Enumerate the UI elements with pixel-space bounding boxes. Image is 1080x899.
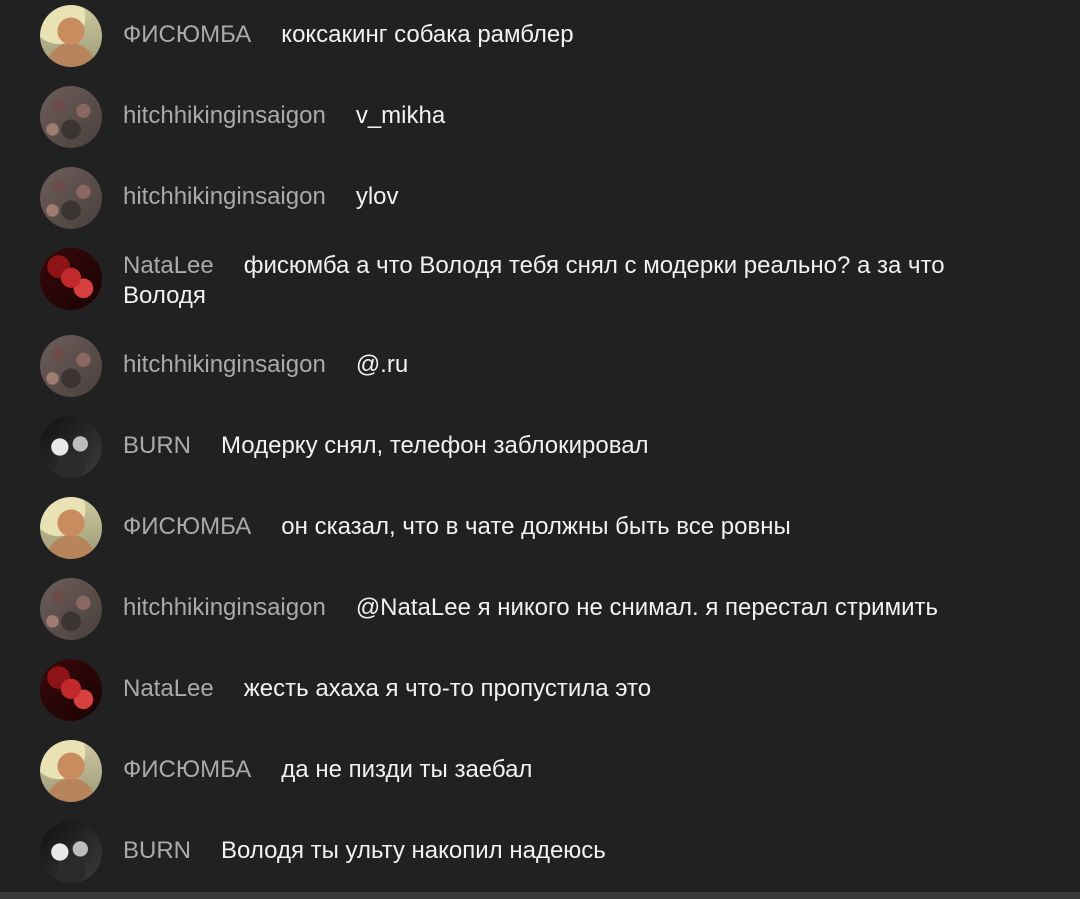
author-avatar[interactable] [40, 86, 102, 148]
author-avatar[interactable] [40, 497, 102, 559]
chat-message-text: hitchhikinginsaigon v_mikha [123, 101, 1013, 131]
message-content: ylov [355, 183, 399, 210]
author-avatar[interactable] [40, 335, 102, 397]
chat-message: hitchhikinginsaigon v_mikha [0, 81, 1080, 162]
message-content: v_mikha [355, 102, 446, 129]
author-name[interactable]: hitchhikinginsaigon [123, 102, 326, 129]
message-content: да не пизди ты заебал [281, 756, 533, 783]
live-chat-message-list[interactable]: ФИСЮМБА коксакинг собака рамблер hitchhik… [0, 0, 1080, 892]
author-avatar[interactable] [40, 5, 102, 67]
chat-message-text: ФИСЮМБА да не пизди ты заебал [123, 755, 1013, 785]
message-content: @NataLee я никого не снимал. я перестал … [355, 594, 938, 621]
chat-message: ФИСЮМБА коксакинг собака рамблер [0, 0, 1080, 81]
chat-message: BURN Володя ты ульту накопил надеюсь [0, 816, 1080, 897]
author-name[interactable]: BURN [123, 432, 191, 459]
chat-message: BURN Модерку снял, телефон заблокировал [0, 411, 1080, 492]
chat-message-text: BURN Володя ты ульту накопил надеюсь [123, 836, 1013, 866]
bottom-divider [0, 892, 1080, 899]
author-avatar[interactable] [40, 821, 102, 883]
author-name[interactable]: hitchhikinginsaigon [123, 351, 326, 378]
message-content: жесть ахаха я что-то пропустила это [243, 675, 652, 702]
chat-message: hitchhikinginsaigon ylov [0, 162, 1080, 243]
author-avatar[interactable] [40, 248, 102, 310]
chat-message-text: ФИСЮМБА коксакинг собака рамблер [123, 20, 1013, 50]
message-content: Модерку снял, телефон заблокировал [221, 432, 649, 459]
chat-message: ФИСЮМБА он сказал, что в чате должны быть… [0, 492, 1080, 573]
author-name[interactable]: ФИСЮМБА [123, 21, 251, 48]
message-content: он сказал, что в чате должны быть все ро… [281, 513, 791, 540]
author-name[interactable]: ФИСЮМБА [123, 756, 251, 783]
author-avatar[interactable] [40, 578, 102, 640]
chat-message-text: hitchhikinginsaigon ylov [123, 182, 1013, 212]
chat-message: NataLee жесть ахаха я что-то пропустила э… [0, 654, 1080, 735]
author-avatar[interactable] [40, 167, 102, 229]
message-content: коксакинг собака рамблер [281, 21, 574, 48]
message-content: Володя ты ульту накопил надеюсь [221, 837, 606, 864]
chat-message: hitchhikinginsaigon @.ru [0, 330, 1080, 411]
chat-message: hitchhikinginsaigon @NataLee я никого не … [0, 573, 1080, 654]
chat-message-text: BURN Модерку снял, телефон заблокировал [123, 431, 1013, 461]
chat-message: NataLee фисюмба а что Володя тебя снял с … [0, 243, 1080, 327]
author-name[interactable]: hitchhikinginsaigon [123, 594, 326, 621]
chat-message-text: NataLee жесть ахаха я что-то пропустила э… [123, 674, 1013, 704]
chat-message-text: hitchhikinginsaigon @NataLee я никого не … [123, 593, 1013, 623]
message-content: фисюмба а что Володя тебя снял с модерки… [123, 252, 945, 309]
author-name[interactable]: ФИСЮМБА [123, 513, 251, 540]
author-avatar[interactable] [40, 659, 102, 721]
author-avatar[interactable] [40, 416, 102, 478]
author-name[interactable]: BURN [123, 837, 191, 864]
author-name[interactable]: NataLee [123, 252, 214, 279]
chat-message-text: ФИСЮМБА он сказал, что в чате должны быть… [123, 512, 1013, 542]
author-avatar[interactable] [40, 740, 102, 802]
author-name[interactable]: hitchhikinginsaigon [123, 183, 326, 210]
message-content: @.ru [355, 351, 409, 378]
chat-message-text: hitchhikinginsaigon @.ru [123, 350, 1013, 380]
chat-message-text: NataLee фисюмба а что Володя тебя снял с … [123, 251, 1013, 311]
author-name[interactable]: NataLee [123, 675, 214, 702]
chat-message: ФИСЮМБА да не пизди ты заебал [0, 735, 1080, 816]
